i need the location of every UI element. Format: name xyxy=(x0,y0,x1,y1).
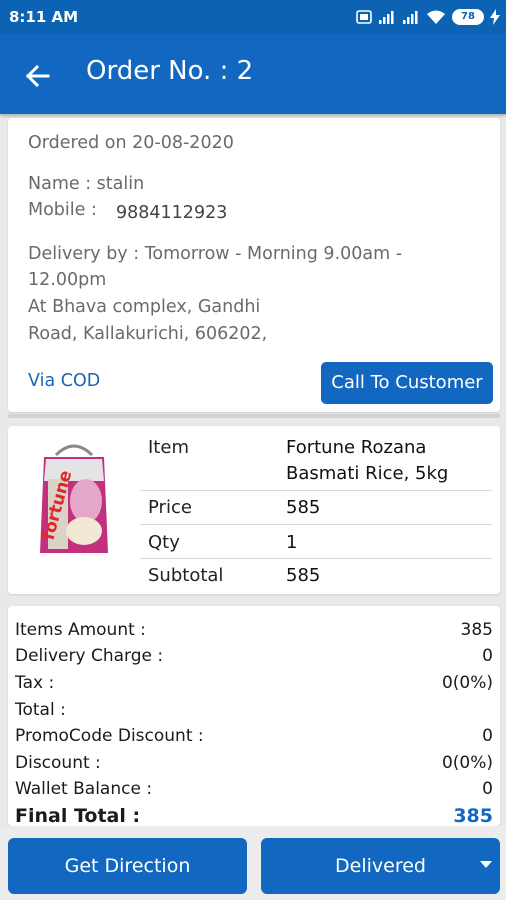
summary-row: Wallet Balance : 0 xyxy=(15,779,493,805)
qty-value: 1 xyxy=(286,532,298,553)
get-direction-button[interactable]: Get Direction xyxy=(8,838,247,894)
summary-label: Delivery Charge : xyxy=(15,646,164,666)
summary-row: Discount : 0(0%) xyxy=(15,753,493,779)
payment-method: Via COD xyxy=(28,371,101,391)
subtotal-value: 585 xyxy=(286,565,321,586)
summary-label: Items Amount : xyxy=(15,620,146,640)
customer-name: Name : stalin xyxy=(28,174,145,194)
summary-card: Items Amount : 385 Delivery Charge : 0 T… xyxy=(8,606,500,826)
summary-value: 0 xyxy=(482,726,493,746)
mobile-label: Mobile : xyxy=(28,200,97,220)
battery-level: 78 xyxy=(461,11,475,22)
signal-icon xyxy=(379,11,394,24)
summary-label: PromoCode Discount : xyxy=(15,726,204,746)
status-time: 8:11 AM xyxy=(9,8,79,26)
arrow-left-icon xyxy=(25,64,50,88)
summary-value: 0 xyxy=(482,646,493,666)
row-divider xyxy=(140,490,492,491)
delivery-time-line2: 12.00pm xyxy=(28,270,107,290)
status-icons: 78 xyxy=(356,8,500,26)
delivery-time-line1: Delivery by : Tomorrow - Morning 9.00am … xyxy=(28,244,403,264)
summary-row: PromoCode Discount : 0 xyxy=(15,726,493,752)
summary-value: 0(0%) xyxy=(441,673,493,693)
sim-icon xyxy=(356,10,372,24)
mobile-value: 9884112923 xyxy=(116,203,228,223)
battery-icon: 78 xyxy=(452,9,484,25)
divider xyxy=(8,414,500,418)
order-status-dropdown[interactable]: Delivered xyxy=(261,838,500,894)
subtotal-label: Subtotal xyxy=(148,565,224,586)
price-value: 585 xyxy=(286,497,321,518)
summary-row: Total : xyxy=(15,700,493,726)
order-info-card: Ordered on 20-08-2020 Name : stalin Mobi… xyxy=(8,118,500,412)
rice-bag-icon: fortune xyxy=(39,444,108,553)
address-line1: At Bhava complex, Gandhi xyxy=(28,297,261,317)
order-status-label: Delivered xyxy=(335,855,426,877)
ordered-on: Ordered on 20-08-2020 xyxy=(28,133,234,153)
status-bar: 8:11 AM 78 xyxy=(0,0,506,34)
summary-label: Tax : xyxy=(15,673,55,693)
back-button[interactable] xyxy=(18,56,58,96)
summary-row: Items Amount : 385 xyxy=(15,620,493,646)
caret-down-icon xyxy=(480,861,492,868)
summary-row: Delivery Charge : 0 xyxy=(15,646,493,672)
summary-row: Tax : 0(0%) xyxy=(15,673,493,699)
call-customer-button[interactable]: Call To Customer xyxy=(321,362,493,404)
signal-icon xyxy=(403,11,418,24)
qty-label: Qty xyxy=(148,532,180,553)
summary-value: 0(0%) xyxy=(441,753,493,773)
item-name-line1: Fortune Rozana xyxy=(286,437,427,458)
price-label: Price xyxy=(148,497,192,518)
summary-label: Total : xyxy=(15,700,66,720)
summary-label: Discount : xyxy=(15,753,101,773)
item-name-line2: Basmati Rice, 5kg xyxy=(286,463,449,484)
final-total-label: Final Total : xyxy=(15,805,141,826)
row-divider xyxy=(140,558,492,559)
item-label: Item xyxy=(148,437,189,458)
address-line2: Road, Kallakurichi, 606202, xyxy=(28,324,268,344)
summary-label: Wallet Balance : xyxy=(15,779,153,799)
app-bar: Order No. : 2 xyxy=(0,34,506,114)
item-card: fortune Item Fortune Rozana Basmati Rice… xyxy=(8,426,500,594)
summary-value: 385 xyxy=(460,620,493,640)
final-total-row: Final Total : 385 xyxy=(15,805,493,826)
product-image: fortune xyxy=(34,441,114,561)
row-divider xyxy=(140,524,492,525)
summary-value: 0 xyxy=(482,779,493,799)
final-total-value: 385 xyxy=(453,805,493,826)
charging-icon xyxy=(490,9,500,25)
wifi-icon xyxy=(427,10,445,24)
page-title: Order No. : 2 xyxy=(86,56,254,86)
